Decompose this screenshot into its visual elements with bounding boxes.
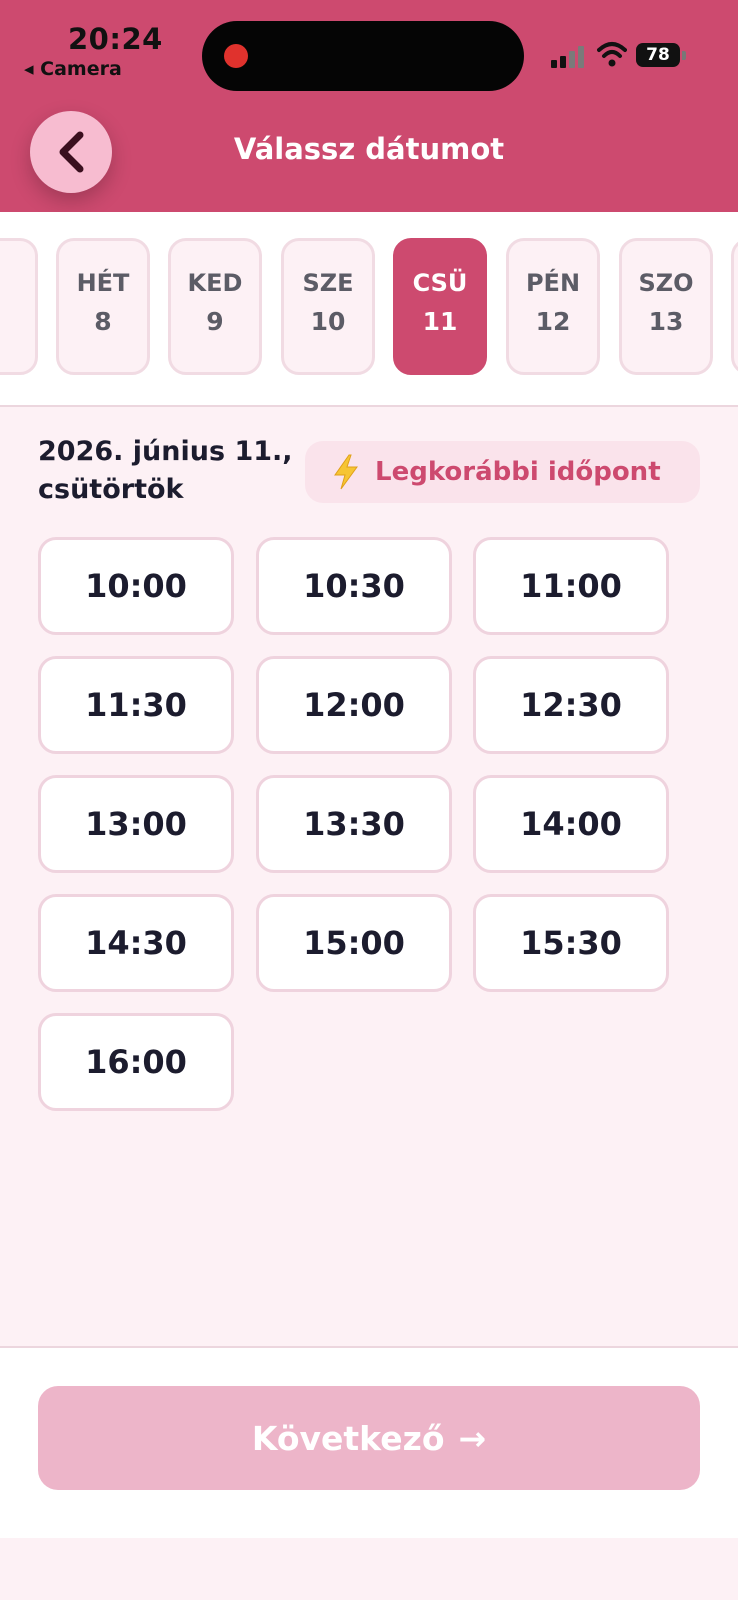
time-slot[interactable]: 11:00 xyxy=(473,537,669,635)
battery-icon: 78 xyxy=(636,43,680,67)
next-button[interactable]: Következő → xyxy=(38,1386,700,1490)
time-slot[interactable]: 14:30 xyxy=(38,894,234,992)
battery-tip xyxy=(682,51,686,60)
status-time: 20:24 xyxy=(68,22,163,56)
day-number: 10 xyxy=(310,307,346,336)
time-slot[interactable]: 10:00 xyxy=(38,537,234,635)
selected-date-line2: csütörtök xyxy=(38,474,184,505)
day-item-pen[interactable]: PÉN 12 xyxy=(506,238,600,375)
day-item-csu-selected[interactable]: CSÜ 11 xyxy=(393,238,487,375)
selected-date-line1: 2026. június 11., xyxy=(38,436,293,467)
earliest-slot-label: Legkorábbi időpont xyxy=(375,457,661,487)
earliest-slot-button[interactable]: Legkorábbi időpont xyxy=(305,441,700,503)
time-slot[interactable]: 10:30 xyxy=(256,537,452,635)
page-title: Válassz dátumot xyxy=(233,132,505,166)
day-item-szo[interactable]: SZO 13 xyxy=(619,238,713,375)
time-slot[interactable]: 14:00 xyxy=(473,775,669,873)
day-item-het[interactable]: HÉT 8 xyxy=(56,238,150,375)
time-slot[interactable]: 12:00 xyxy=(256,656,452,754)
cellular-signal-icon xyxy=(551,44,591,68)
day-picker: S HÉT 8 KED 9 SZE 10 CSÜ 11 PÉN 12 SZO 1… xyxy=(0,212,738,407)
day-number: 9 xyxy=(206,307,224,336)
day-number: 13 xyxy=(648,307,684,336)
time-slot[interactable]: 11:30 xyxy=(38,656,234,754)
dynamic-island xyxy=(202,21,524,91)
day-name: KED xyxy=(187,269,243,297)
recording-indicator-icon xyxy=(224,44,248,68)
time-slot[interactable]: 15:00 xyxy=(256,894,452,992)
selected-date-label: 2026. június 11., csütörtök xyxy=(38,433,293,509)
day-name: CSÜ xyxy=(412,269,468,297)
time-slot[interactable]: 16:00 xyxy=(38,1013,234,1111)
header: 20:24 ◂ Camera 78 Válassz dátumot xyxy=(0,0,738,212)
day-item-next[interactable] xyxy=(731,238,738,375)
time-slot[interactable]: 12:30 xyxy=(473,656,669,754)
day-number: 11 xyxy=(422,307,458,336)
next-button-label: Következő xyxy=(251,1418,445,1458)
time-slot[interactable]: 13:30 xyxy=(256,775,452,873)
arrow-right-icon: → xyxy=(458,1418,487,1458)
wifi-icon xyxy=(597,42,627,67)
day-number: 12 xyxy=(535,307,571,336)
day-name: SZE xyxy=(302,269,354,297)
day-number: 8 xyxy=(94,307,112,336)
day-name: SZO xyxy=(638,269,694,297)
time-slot[interactable]: 13:00 xyxy=(38,775,234,873)
day-name: S xyxy=(0,269,35,297)
day-name: PÉN xyxy=(525,269,581,297)
lightning-icon xyxy=(334,454,358,490)
day-item-sze[interactable]: SZE 10 xyxy=(281,238,375,375)
time-slot[interactable]: 15:30 xyxy=(473,894,669,992)
day-item-prev[interactable]: S xyxy=(0,238,38,375)
day-name: HÉT xyxy=(76,269,130,297)
day-item-ked[interactable]: KED 9 xyxy=(168,238,262,375)
back-to-camera-link[interactable]: ◂ Camera xyxy=(24,58,122,80)
